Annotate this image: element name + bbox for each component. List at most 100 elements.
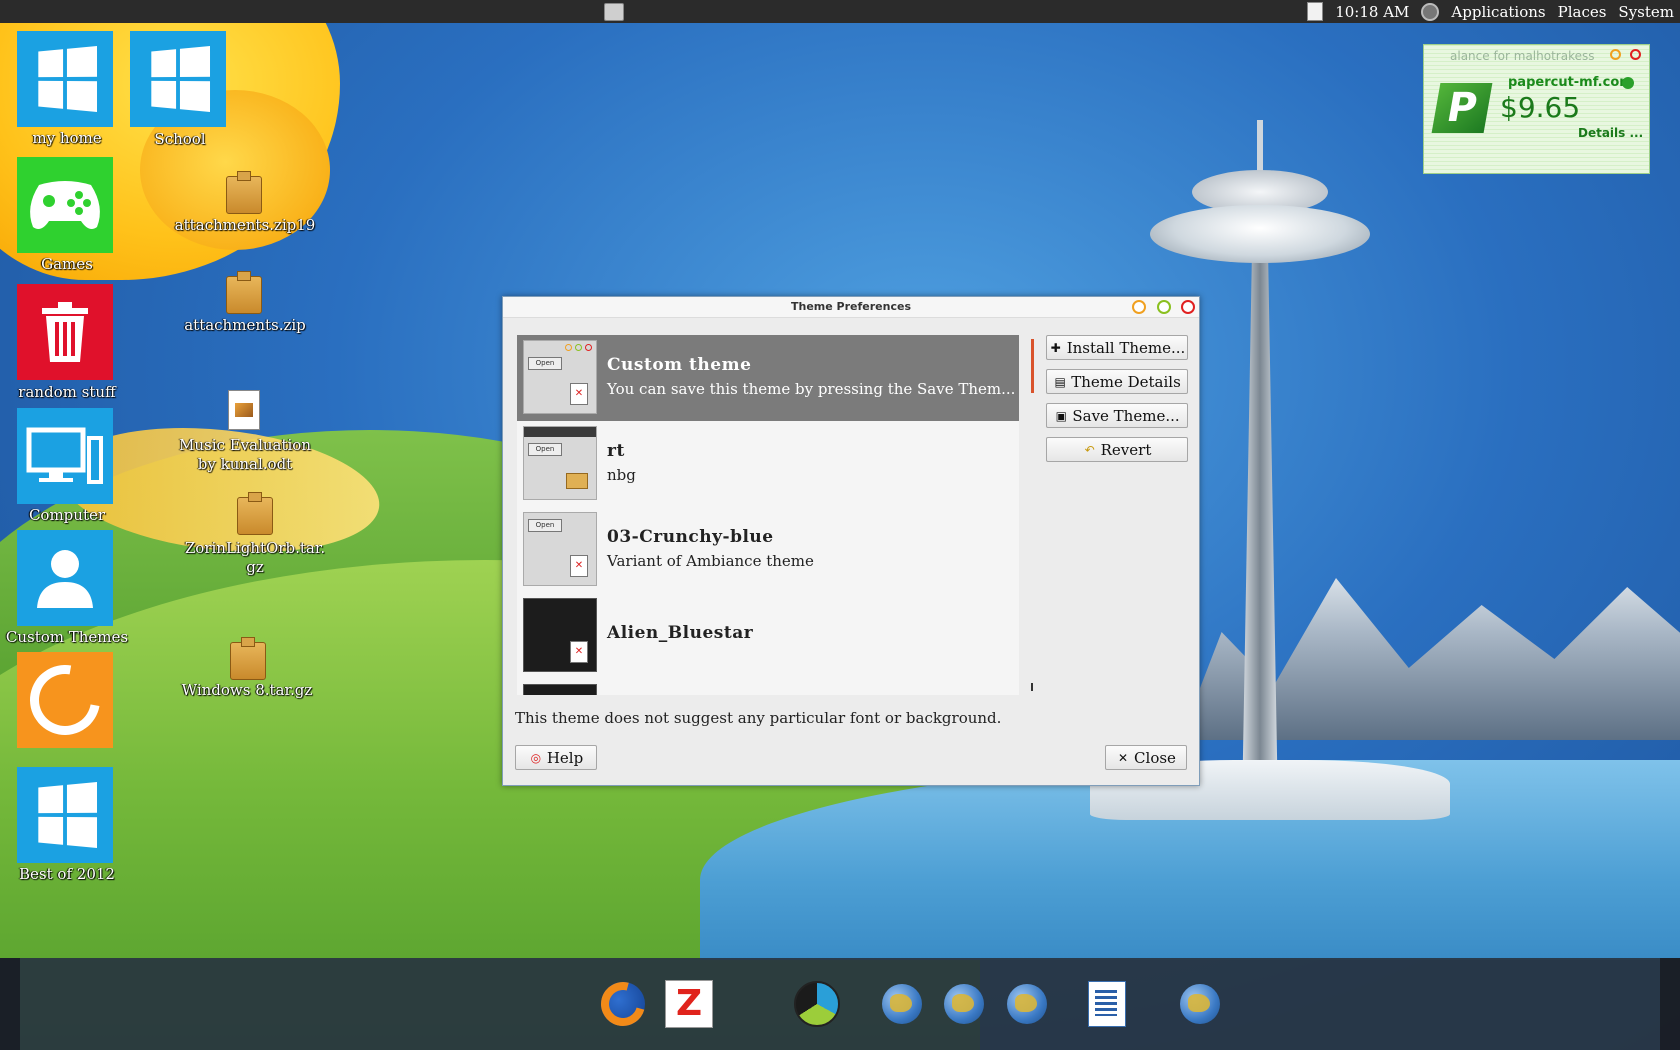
theme-thumbnail: Open ✕ xyxy=(523,340,597,414)
help-button[interactable]: ◎ Help xyxy=(515,745,597,770)
theme-description: nbg xyxy=(607,466,636,484)
archive-icon[interactable] xyxy=(226,171,262,214)
theme-item-crunchy-blue[interactable]: Open ✕ 03-Crunchy-blue Variant of Ambian… xyxy=(517,507,1019,593)
windows-logo-icon xyxy=(38,782,98,848)
yin-yang-app-icon xyxy=(794,981,840,1027)
minimize-icon[interactable] xyxy=(1610,49,1621,60)
details-link[interactable]: Details ... xyxy=(1578,126,1643,140)
dock-writer[interactable] xyxy=(1083,980,1131,1028)
dock-globe-1[interactable] xyxy=(878,980,926,1028)
dock-globe-2[interactable] xyxy=(940,980,988,1028)
desktop-icon-label: my home xyxy=(32,129,102,147)
menu-system[interactable]: System xyxy=(1618,3,1674,21)
scrollbar-indicator[interactable] xyxy=(1031,339,1034,393)
globe-icon xyxy=(882,984,922,1024)
theme-details-button[interactable]: ▤ Theme Details xyxy=(1046,369,1188,394)
desktop-icon-label: Best of 2012 xyxy=(19,865,115,883)
clock[interactable]: 10:18 AM xyxy=(1335,3,1409,21)
desktop-icon-school[interactable] xyxy=(130,31,226,127)
close-icon[interactable] xyxy=(1630,49,1641,60)
desktop-icon-label: Custom Themes xyxy=(5,628,129,646)
dock-globe-3[interactable] xyxy=(1003,980,1051,1028)
theme-description: Variant of Ambiance theme xyxy=(607,552,814,570)
papercut-logo-icon: P xyxy=(1431,83,1493,133)
theme-name: 03-Crunchy-blue xyxy=(607,527,774,547)
user-icon xyxy=(37,550,93,608)
globe-icon xyxy=(1180,984,1220,1024)
desktop-icon-computer[interactable] xyxy=(17,408,113,504)
theme-name: Alien_Bluestar xyxy=(607,623,754,643)
theme-hint-text: This theme does not suggest any particul… xyxy=(515,709,1002,727)
desktop-icon-custom-themes[interactable] xyxy=(17,530,113,626)
revert-button[interactable]: ↶ Revert xyxy=(1046,437,1188,462)
document-icon[interactable] xyxy=(228,390,260,430)
desktop-icon-label: School xyxy=(154,130,206,148)
window-list-icon[interactable] xyxy=(604,3,624,21)
dock-firefox[interactable] xyxy=(599,980,647,1028)
file-label[interactable]: attachments.zip19 xyxy=(170,216,320,234)
writer-document-icon xyxy=(1088,981,1126,1027)
dock-filezilla[interactable]: Z xyxy=(665,980,713,1028)
install-theme-button[interactable]: ✚ Install Theme... xyxy=(1046,335,1188,360)
theme-thumbnail xyxy=(523,684,597,695)
desktop-icon-games[interactable] xyxy=(17,157,113,253)
theme-list[interactable]: Open ✕ Custom theme You can save this th… xyxy=(517,335,1019,695)
windows-logo-icon xyxy=(38,46,98,112)
close-icon: ✕ xyxy=(1118,750,1129,765)
minimize-icon[interactable] xyxy=(1132,300,1146,314)
file-label[interactable]: ZorinLightOrb.tar. gz xyxy=(180,539,330,577)
archive-icon[interactable] xyxy=(230,637,266,680)
filezilla-icon: Z xyxy=(665,980,713,1028)
theme-description: You can save this theme by pressing the … xyxy=(607,380,1016,398)
theme-name: rt xyxy=(607,441,625,461)
gamepad-icon xyxy=(30,181,100,229)
dock-left-edge[interactable] xyxy=(0,958,20,1050)
theme-item-partial[interactable] xyxy=(517,679,1019,695)
dialog-titlebar[interactable]: Theme Preferences xyxy=(503,297,1199,318)
archive-icon[interactable] xyxy=(237,492,273,535)
desktop-icon-label: Computer xyxy=(28,506,106,524)
dock-right-edge[interactable] xyxy=(1660,958,1680,1050)
theme-preferences-dialog: Theme Preferences Open ✕ Custom theme Yo… xyxy=(502,296,1200,786)
desktop-icon-random-stuff[interactable] xyxy=(17,284,113,380)
notes-applet-icon[interactable] xyxy=(1307,2,1324,21)
windows-logo-icon xyxy=(151,46,211,112)
desktop-icon-label: Games xyxy=(41,255,93,273)
file-label[interactable]: Music Evaluation by kunal.odt xyxy=(170,436,320,474)
balance-amount: $9.65 xyxy=(1500,91,1581,124)
papercut-balance-widget: alance for malhotrakess P papercut-mf.co… xyxy=(1423,44,1650,174)
dock-yin-yang-app[interactable] xyxy=(793,980,841,1028)
theme-thumbnail: Open ✕ xyxy=(523,512,597,586)
menu-places[interactable]: Places xyxy=(1558,3,1607,21)
globe-icon xyxy=(944,984,984,1024)
undo-icon: ↶ xyxy=(1084,442,1095,457)
firefox-icon xyxy=(16,651,114,749)
details-icon: ▤ xyxy=(1054,374,1066,389)
close-button[interactable]: ✕ Close xyxy=(1105,745,1187,770)
desktop-icon-best-of-2012[interactable] xyxy=(17,767,113,863)
scrollbar-mark xyxy=(1031,683,1033,691)
desktop-icon-firefox[interactable] xyxy=(16,651,114,749)
dialog-title: Theme Preferences xyxy=(791,300,911,313)
maximize-icon[interactable] xyxy=(1157,300,1171,314)
theme-thumbnail: Open xyxy=(523,426,597,500)
desktop-icon-my-home[interactable] xyxy=(17,31,113,127)
desktop-icon-label: random stuff xyxy=(18,383,116,401)
close-icon[interactable] xyxy=(1181,300,1195,314)
user-status-icon[interactable] xyxy=(1421,2,1440,21)
shield-icon xyxy=(1622,77,1634,89)
theme-item-rt[interactable]: Open rt nbg xyxy=(517,421,1019,507)
theme-item-alien-bluestar[interactable]: ✕ Alien_Bluestar xyxy=(517,593,1019,679)
widget-title: alance for malhotrakess xyxy=(1450,49,1595,63)
archive-icon[interactable] xyxy=(226,271,262,314)
help-icon: ◎ xyxy=(530,750,542,765)
theme-item-custom[interactable]: Open ✕ Custom theme You can save this th… xyxy=(517,335,1019,421)
dock-globe-4[interactable] xyxy=(1176,980,1224,1028)
theme-name: Custom theme xyxy=(607,355,752,375)
file-label[interactable]: attachments.zip xyxy=(170,316,320,334)
theme-thumbnail: ✕ xyxy=(523,598,597,672)
menu-applications[interactable]: Applications xyxy=(1451,3,1545,21)
file-label[interactable]: Windows 8.tar.gz xyxy=(172,681,322,699)
plus-icon: ✚ xyxy=(1050,340,1061,355)
save-theme-button[interactable]: ▣ Save Theme... xyxy=(1046,403,1188,428)
